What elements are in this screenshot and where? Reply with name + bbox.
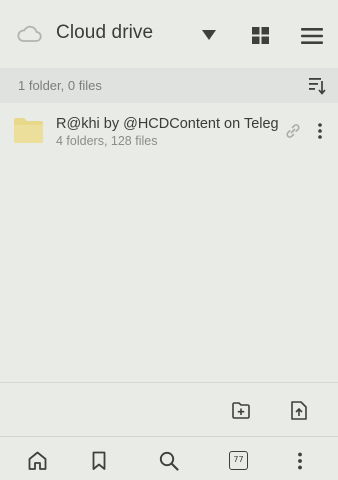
cloud-icon xyxy=(16,22,42,46)
sort-icon[interactable] xyxy=(309,77,326,95)
tabs-icon[interactable]: 77 xyxy=(229,451,248,470)
action-bar xyxy=(0,382,338,436)
folder-details: 4 folders, 128 files xyxy=(56,134,158,148)
new-folder-icon[interactable] xyxy=(232,402,250,419)
bookmark-icon[interactable] xyxy=(92,451,106,471)
folder-icon xyxy=(14,117,43,143)
info-bar: 1 folder, 0 files xyxy=(0,68,338,103)
upload-icon[interactable] xyxy=(291,401,307,420)
list-item[interactable]: R@khi by @HCDContent on Teleg... 4 folde… xyxy=(0,103,338,159)
search-icon[interactable] xyxy=(159,451,179,471)
folder-name: R@khi by @HCDContent on Teleg... xyxy=(56,116,278,132)
file-list: R@khi by @HCDContent on Teleg... 4 folde… xyxy=(0,103,338,159)
bottom-navigation: 77 xyxy=(0,436,338,480)
grid-view-icon[interactable] xyxy=(252,27,269,44)
app-header: Cloud drive xyxy=(0,0,338,68)
home-icon[interactable] xyxy=(28,451,47,471)
page-title: Cloud drive xyxy=(56,22,154,43)
caret-down-icon[interactable] xyxy=(201,29,217,41)
hamburger-menu-icon[interactable] xyxy=(301,27,323,45)
item-count-summary: 1 folder, 0 files xyxy=(18,78,102,93)
more-vertical-icon[interactable] xyxy=(296,451,304,471)
item-more-options-icon[interactable] xyxy=(314,122,326,140)
link-icon xyxy=(285,123,301,139)
